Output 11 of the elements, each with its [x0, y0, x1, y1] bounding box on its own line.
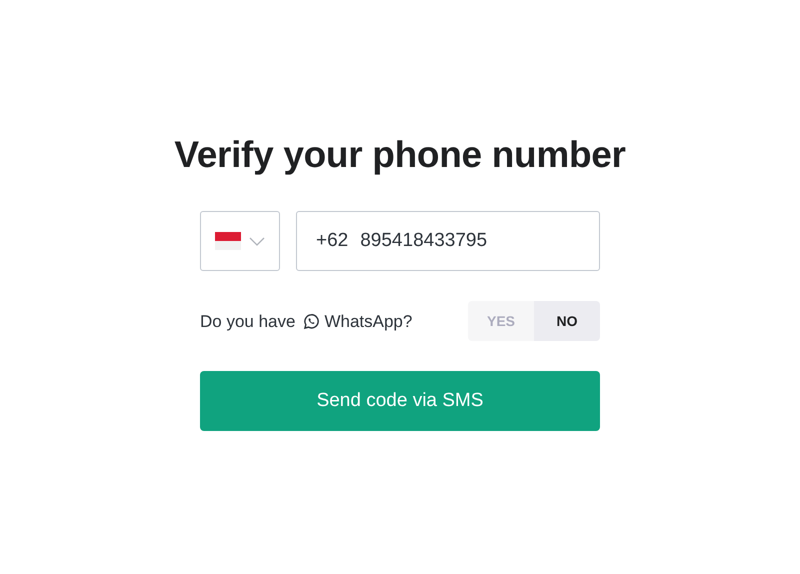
phone-number-input[interactable]: 895418433795: [360, 227, 560, 256]
question-text: Do you have: [200, 310, 296, 333]
country-code: +62: [316, 229, 348, 254]
chat-bubble-icon: [303, 312, 320, 330]
page-title: Verify your phone number: [173, 133, 627, 177]
phone-field[interactable]: +62 895418433795: [296, 211, 600, 272]
toggle-option[interactable]: NO: [534, 301, 600, 342]
country-selector[interactable]: [200, 211, 280, 272]
chevron-down-icon: [249, 236, 265, 246]
question-text: WhatsApp?: [324, 310, 412, 333]
flag-icon: [215, 232, 241, 250]
